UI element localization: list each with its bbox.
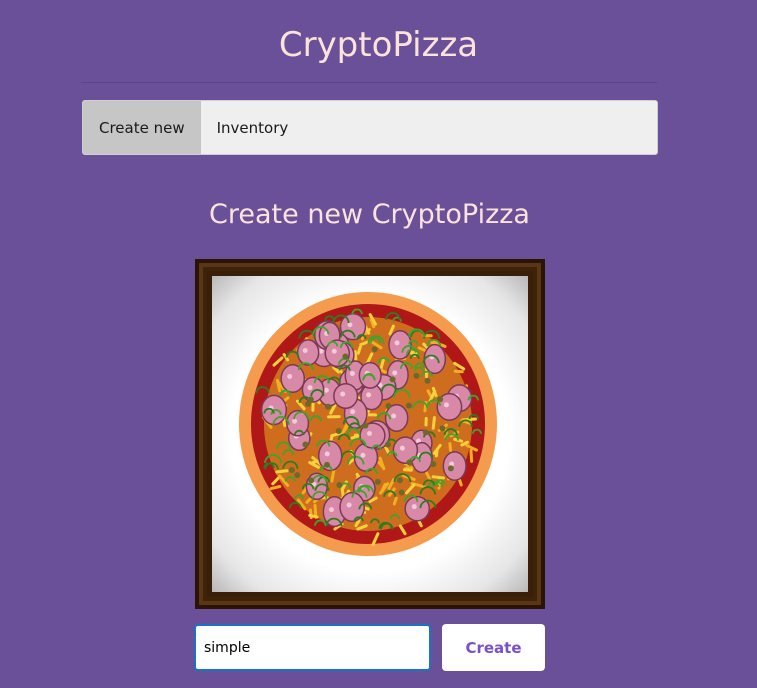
pizza-name-input[interactable] [194,624,431,671]
olive [437,396,444,403]
olive [308,477,315,484]
cheese-shred [431,416,436,430]
section-title: Create new CryptoPizza [209,199,530,230]
olive [324,461,331,468]
cheese-shred [308,513,319,519]
olive [342,353,349,360]
olive [374,478,381,485]
cheese-shred [448,442,453,452]
salami-fat [366,392,372,398]
create-button[interactable]: Create [442,624,545,671]
olive [405,402,412,409]
olive [384,441,391,448]
olive [362,422,369,429]
salami-fat [324,451,330,457]
salami-slice [280,364,306,394]
salami-fat [391,413,397,419]
salami-fat [360,452,366,458]
salami-fat [443,402,449,408]
olive [389,376,396,383]
salami-slice [333,383,359,410]
salami-slice [423,343,447,375]
olive [406,459,413,466]
olive [439,425,446,432]
salami-fat [287,374,293,380]
salami-fat [350,409,356,415]
cheese-shred [453,369,464,374]
salami-fat [349,370,355,376]
salami-slice [392,436,419,465]
salami-fat [392,370,398,376]
pizza-canvas [212,276,528,592]
olive [447,465,454,472]
cheese-shred [269,485,282,491]
olive [302,441,309,448]
cheese-shred [275,469,289,474]
olive [371,346,378,353]
salami-fat [340,391,346,397]
cheese-shred [340,486,345,498]
olive [288,467,295,474]
main-nav: Create new Inventory [82,100,658,155]
olive [307,396,314,403]
tab-inventory[interactable]: Inventory [201,101,305,154]
olive [335,427,342,434]
salami-fat [411,504,417,510]
olive [325,403,332,410]
cheese-shred [469,448,474,463]
salami-slice [442,451,467,481]
tab-create-new[interactable]: Create new [83,101,201,154]
olive [430,461,437,468]
salami-slice [296,339,320,366]
salami-fat [292,418,298,424]
pizza-image [239,292,497,556]
cheese-shred [330,468,336,483]
olive [396,477,403,484]
olive [336,482,343,489]
salami-fat [329,507,335,513]
salami-fat [346,502,352,508]
cheese-shred [431,475,445,480]
salami-fat [394,340,400,346]
salami-fat [307,385,313,391]
pizza-frame [195,259,545,609]
header-divider [81,82,657,83]
cheese-shred [392,496,398,506]
cheese-shred [356,345,362,355]
salami-fat [323,387,329,393]
olive [413,372,420,379]
salami-fat [302,347,308,353]
salami-fat [366,431,372,437]
olive [424,377,431,384]
salami-fat [331,348,337,354]
olive [422,429,429,436]
salami-fat [399,445,405,451]
olive [294,472,301,479]
olive [398,489,405,496]
app-title: CryptoPizza [278,25,479,65]
olive [385,402,392,409]
